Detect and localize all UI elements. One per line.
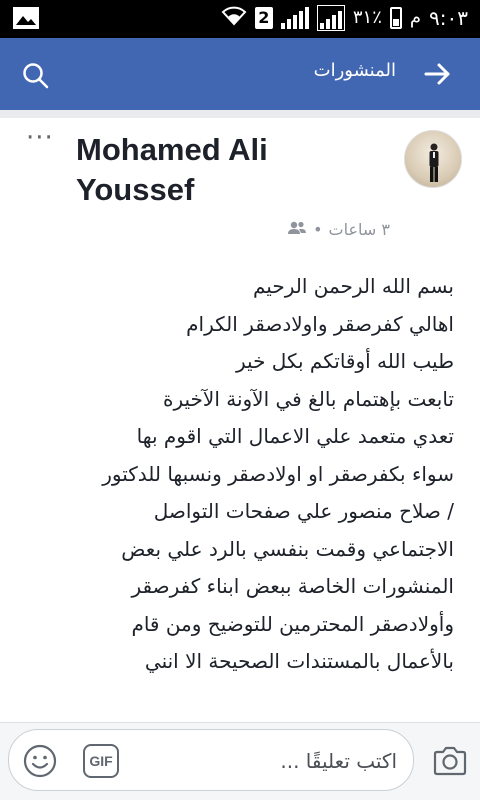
sim-slot-badge: 2: [254, 6, 273, 29]
gallery-notification-icon: [12, 6, 40, 34]
search-icon[interactable]: [22, 62, 50, 90]
post-line: تعدي متعمد علي الاعمال التي اقوم بها: [136, 424, 454, 448]
post-line: بالأعمال بالمستندات الصحيحة الا انني: [144, 649, 454, 673]
meta-separator: •: [313, 220, 323, 239]
post-line: الاجتماعي وقمت بنفسي بالرد علي بعض: [121, 536, 454, 561]
avatar[interactable]: [404, 130, 462, 188]
app-header: المنشورات: [0, 38, 480, 110]
comment-bar: GIF: [0, 722, 480, 800]
back-arrow-icon[interactable]: [424, 60, 452, 88]
post-card: ··· Mohamed Ali Youssef ٣ ساعات • بسم ال…: [0, 118, 480, 730]
status-bar: 2 ٣١٪ م ٩:٠٣: [0, 0, 480, 38]
gif-button[interactable]: GIF: [83, 744, 119, 778]
wifi-icon: [221, 4, 247, 31]
post-author[interactable]: Mohamed Ali Youssef: [76, 130, 386, 210]
signal-icon: [280, 6, 309, 29]
friends-audience-icon: [287, 220, 307, 239]
more-options-icon[interactable]: ···: [26, 125, 54, 151]
post-line: طيب الله أوقاتكم بكل خير: [236, 349, 454, 373]
clock: ٩:٠٣: [429, 5, 468, 30]
battery-icon: [389, 6, 402, 29]
sticker-emoji-icon[interactable]: [23, 744, 57, 778]
comment-box: GIF: [8, 729, 414, 791]
post-line: المنشورات الخاصة ببعض ابناء كفرصقر: [131, 574, 454, 598]
battery-percent: ٣١٪: [352, 7, 382, 28]
post-line: تابعت بإهتمام بالغ في الآونة الآخيرة: [163, 386, 454, 411]
page-title: المنشورات: [313, 60, 396, 81]
post-time[interactable]: ٣ ساعات: [329, 220, 390, 239]
comment-input[interactable]: [137, 744, 397, 778]
post-line: / صلاح منصور علي صفحات التواصل: [153, 499, 454, 523]
post-line: سواء بكفرصقر او اولادصقر ونسبها للدكتور: [102, 461, 454, 486]
post-line: وأولادصقر المحترمين للتوضيح ومن قام: [131, 611, 454, 636]
post-line: بسم الله الرحمن الرحيم: [252, 274, 454, 298]
camera-icon[interactable]: [432, 745, 468, 777]
post-meta: ٣ ساعات •: [287, 220, 390, 239]
post-body: بسم الله الرحمن الرحيم اهالي كفرصقر واول…: [0, 268, 454, 681]
signal-icon-2: [316, 4, 345, 31]
ampm-label: م: [409, 7, 422, 28]
post-line: اهالي كفرصقر واولادصقر الكرام: [186, 311, 454, 336]
